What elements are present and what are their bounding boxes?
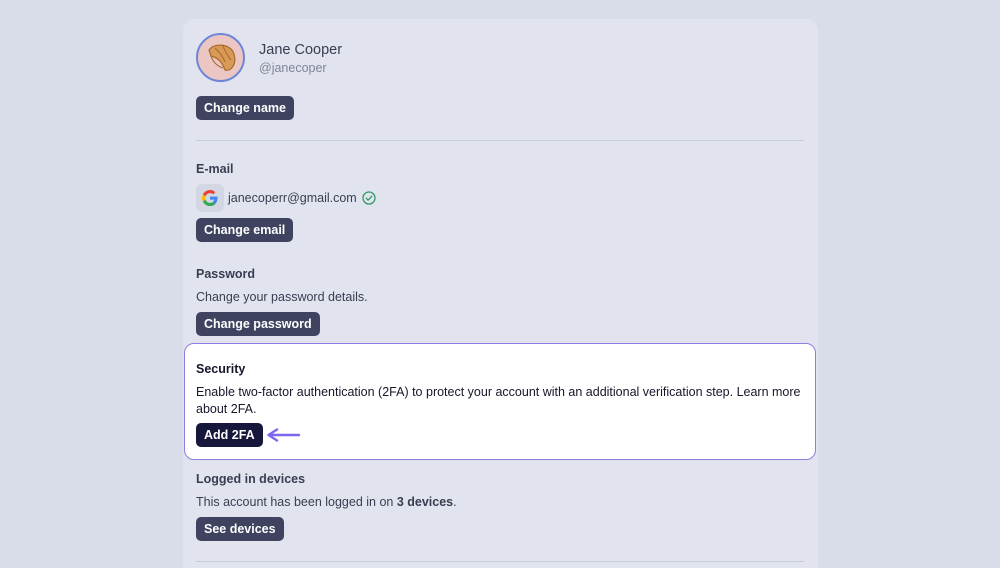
croissant-icon <box>207 44 235 71</box>
devices-count: 3 devices <box>396 495 454 509</box>
section-divider <box>196 561 804 562</box>
email-heading: E-mail <box>196 162 234 176</box>
devices-description: This account has been logged in on 3 dev… <box>196 495 457 509</box>
add-2fa-button[interactable]: Add 2FA <box>196 423 263 447</box>
verified-check-icon <box>362 191 376 205</box>
email-row: janecoperr@gmail.com <box>196 184 376 212</box>
profile-handle: @janecoper <box>259 60 327 75</box>
account-settings-card: Jane Cooper @janecoper Change name E-mai… <box>183 19 818 568</box>
avatar <box>196 33 245 82</box>
email-address: janecoperr@gmail.com <box>228 191 357 205</box>
see-devices-button[interactable]: See devices <box>196 517 284 541</box>
google-icon <box>196 184 224 212</box>
change-name-button[interactable]: Change name <box>196 96 294 120</box>
devices-heading: Logged in devices <box>196 472 306 486</box>
password-description: Change your password details. <box>196 290 368 304</box>
profile-name: Jane Cooper <box>259 41 343 58</box>
password-heading: Password <box>196 267 256 281</box>
change-email-button[interactable]: Change email <box>196 218 294 242</box>
security-heading: Security <box>196 362 246 376</box>
security-section-highlight: Security Enable two-factor authenticatio… <box>184 343 816 460</box>
profile-header: Jane Cooper @janecoper <box>196 33 342 82</box>
section-divider <box>196 140 804 141</box>
security-description: Enable two-factor authentication (2FA) t… <box>196 385 801 416</box>
change-password-button[interactable]: Change password <box>196 312 320 336</box>
arrow-left-icon <box>267 428 301 442</box>
